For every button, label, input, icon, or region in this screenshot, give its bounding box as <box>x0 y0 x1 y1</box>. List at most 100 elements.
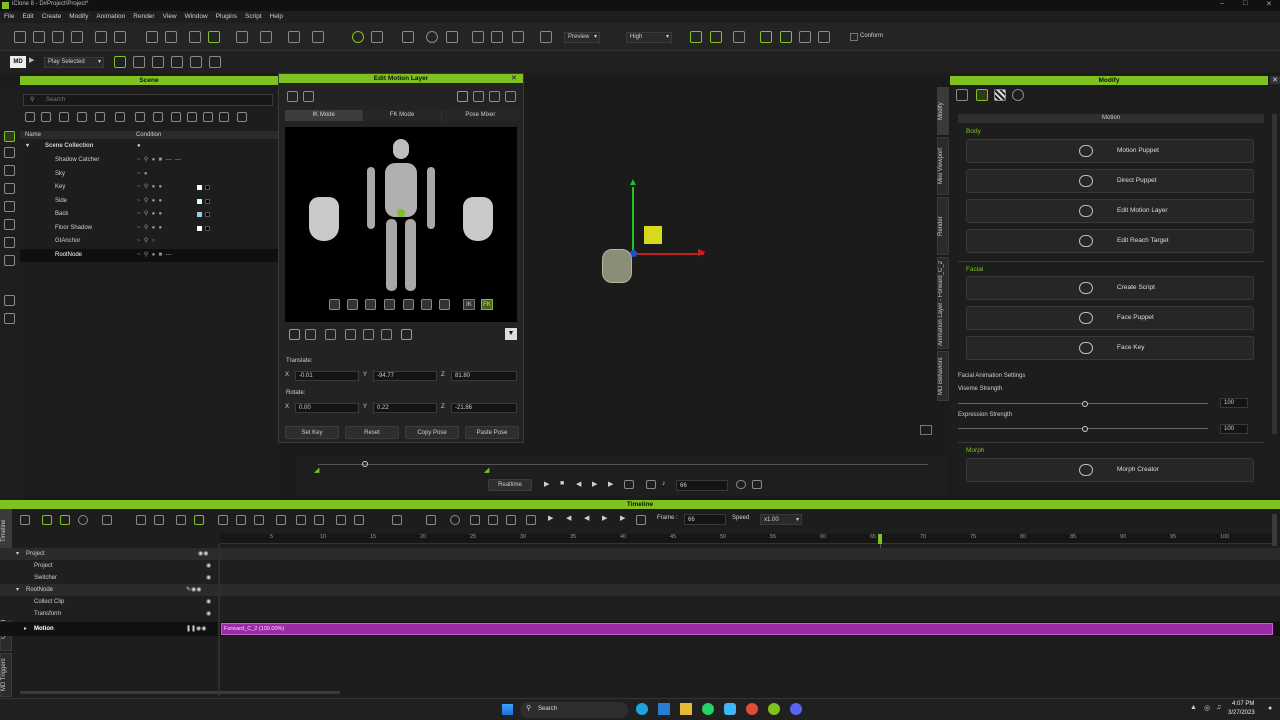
fx-tab-icon[interactable] <box>4 237 15 248</box>
track-options-icon[interactable]: ✎◉◉ <box>186 584 202 596</box>
set-key-button[interactable]: Set Key <box>285 426 339 439</box>
effector-lock-icon[interactable] <box>305 329 316 340</box>
delete-icon[interactable] <box>203 112 213 122</box>
sliders-icon[interactable] <box>956 89 968 101</box>
viseme-strength-field[interactable]: 100 <box>1220 398 1248 408</box>
flatten-icon[interactable] <box>276 515 286 525</box>
break-clip-icon[interactable] <box>194 515 204 525</box>
face-key-button[interactable]: Face Key <box>966 336 1254 360</box>
rotate-icon[interactable] <box>236 31 248 43</box>
menu-render[interactable]: Render <box>133 11 154 23</box>
md-walk-icon[interactable] <box>114 56 126 68</box>
tab-fk-mode[interactable]: FK Mode <box>362 110 441 121</box>
close-icon[interactable]: ✕ <box>1270 76 1280 84</box>
left-arm-picker[interactable] <box>367 167 375 229</box>
visibility-eye-icon[interactable] <box>352 31 364 43</box>
menu-plugins[interactable]: Plugins <box>216 11 237 23</box>
ik-tool-icon[interactable] <box>690 31 702 43</box>
left-hand-picker[interactable] <box>309 197 339 241</box>
timeline-prev-icon[interactable]: ◀ <box>584 514 589 522</box>
clock-time[interactable]: 4:07 PM <box>1232 701 1254 707</box>
export-icon[interactable] <box>114 31 126 43</box>
iclone-icon[interactable] <box>768 703 780 715</box>
blend-icon[interactable] <box>218 515 228 525</box>
scene-search-input[interactable]: ⚲ Search <box>23 94 273 106</box>
save-icon[interactable] <box>52 31 64 43</box>
timeline-play-icon[interactable]: ▶ <box>548 514 553 522</box>
scene-tab-icon[interactable] <box>4 131 15 142</box>
effector-grid-icon[interactable] <box>325 329 336 340</box>
grid-view-icon[interactable] <box>473 91 484 102</box>
mirror-icon[interactable] <box>287 91 298 102</box>
light-color-swatch[interactable] <box>197 199 202 204</box>
tree-row-scene-collection[interactable]: ▾ Scene Collection ● <box>20 140 278 153</box>
gizmo-x-axis[interactable] <box>634 253 704 255</box>
timeline-loop-icon[interactable] <box>636 515 646 525</box>
prop-tab-icon[interactable] <box>4 183 15 194</box>
zoom-fit-icon[interactable] <box>472 31 484 43</box>
realtime-dropdown[interactable]: Realtime <box>488 479 532 491</box>
hip-effector-selected[interactable] <box>397 209 405 217</box>
fk-toggle[interactable]: FK <box>481 299 493 310</box>
picker-tool-4-icon[interactable] <box>384 299 395 310</box>
rotate-y-field[interactable]: 0.22 <box>373 403 437 413</box>
display-mode-icon[interactable] <box>540 31 552 43</box>
collection-icon[interactable] <box>25 112 35 122</box>
align-icon[interactable] <box>312 31 324 43</box>
light-color-swatch-dark[interactable] <box>205 199 210 204</box>
rotate-z-field[interactable]: -21.86 <box>451 403 517 413</box>
marker-icon[interactable] <box>799 31 811 43</box>
reach-icon[interactable] <box>457 91 468 102</box>
timeline-divider[interactable] <box>218 544 220 696</box>
clock-date[interactable]: 3/27/2023 <box>1228 710 1255 716</box>
tab-animation-layer[interactable]: Animation Layer - Forward_C_2 <box>937 257 949 349</box>
play-selected-dropdown[interactable]: Play Selected ▾ <box>44 57 104 68</box>
light-color-swatch-dark[interactable] <box>205 226 210 231</box>
effector-center-icon[interactable] <box>401 329 412 340</box>
picker-tool-6-icon[interactable] <box>421 299 432 310</box>
app-icon-blue[interactable] <box>724 703 736 715</box>
pin-icon[interactable] <box>219 112 229 122</box>
menu-script[interactable]: Script <box>245 11 262 23</box>
brush-icon[interactable] <box>818 31 830 43</box>
flag-icon[interactable] <box>780 31 792 43</box>
sync-icon[interactable] <box>736 480 746 489</box>
timeline-h-scrollbar[interactable] <box>20 691 340 694</box>
keyframe-icon[interactable] <box>646 480 656 489</box>
maximize-button[interactable]: □ <box>1243 0 1247 7</box>
play-icon[interactable]: ▶ <box>29 56 34 64</box>
translate-x-field[interactable]: -0.01 <box>295 371 359 381</box>
morph-creator-button[interactable]: Morph Creator <box>966 458 1254 482</box>
store-icon[interactable] <box>658 703 670 715</box>
tree-row-floor-shadow[interactable]: Floor Shadow ~ ⚲ ● ● <box>20 222 278 235</box>
key-filter-icon[interactable] <box>42 515 52 525</box>
picker-tool-2-icon[interactable] <box>347 299 358 310</box>
create-script-button[interactable]: Create Script <box>966 276 1254 300</box>
track-options-icon[interactable]: ◉ <box>206 572 211 584</box>
face-puppet-button[interactable]: Face Puppet <box>966 306 1254 330</box>
play-button-icon[interactable]: ▶ <box>544 480 549 488</box>
list-icon[interactable] <box>135 112 145 122</box>
gizmo-icon[interactable] <box>760 31 772 43</box>
menu-window[interactable]: Window <box>185 11 208 23</box>
effector-arm-icon[interactable] <box>345 329 356 340</box>
playback-slider-handle[interactable] <box>362 461 368 467</box>
tree-row-shadow-catcher[interactable]: Shadow Catcher ~ ⚲ ● ■ — — <box>20 154 278 167</box>
cycle-icon[interactable] <box>154 515 164 525</box>
track-options-icon[interactable]: ❚❚◉◉ <box>186 622 207 636</box>
pan-icon[interactable] <box>491 31 503 43</box>
speed-icon[interactable] <box>176 515 186 525</box>
unlink-icon[interactable] <box>171 112 181 122</box>
range-end-marker-icon[interactable]: ◢ <box>484 466 489 474</box>
new-icon[interactable] <box>14 31 26 43</box>
menu-file[interactable]: File <box>4 11 14 23</box>
file-explorer-icon[interactable] <box>680 703 692 715</box>
motion-mirror-icon[interactable] <box>296 515 306 525</box>
ik-toggle[interactable]: IK <box>463 299 475 310</box>
menu-edit[interactable]: Edit <box>22 11 33 23</box>
edit-motion-layer-button[interactable]: Edit Motion Layer <box>966 199 1254 223</box>
expression-strength-field[interactable]: 100 <box>1220 424 1248 434</box>
windows-start-icon[interactable] <box>502 704 513 715</box>
orbit-icon[interactable] <box>512 31 524 43</box>
filter-icon[interactable] <box>77 112 87 122</box>
